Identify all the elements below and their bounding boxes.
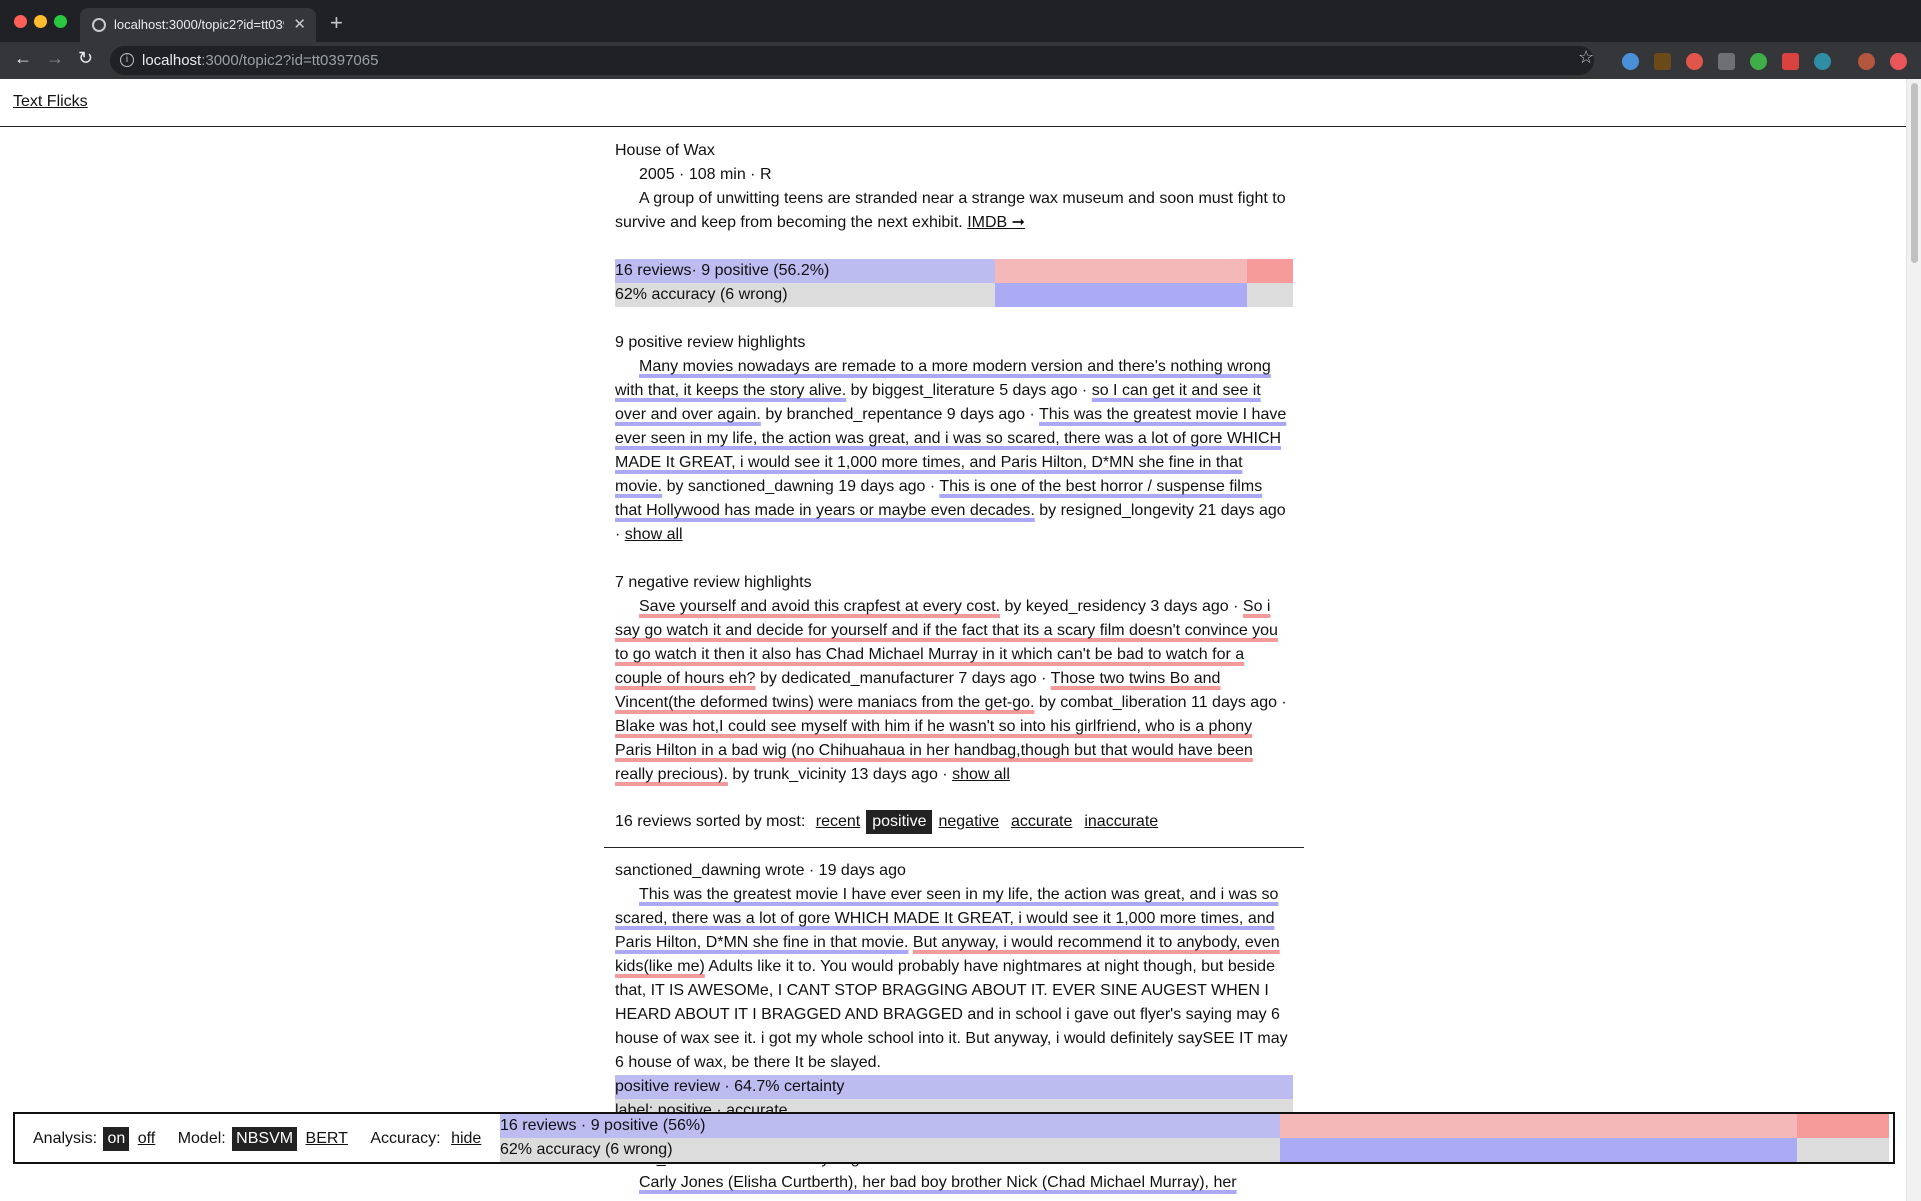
- negative-highlights: Save yourself and avoid this crapfest at…: [615, 598, 1287, 783]
- analysis-label: Analysis:: [33, 1130, 98, 1147]
- negative-segment: [1280, 1114, 1797, 1138]
- globe-icon: [92, 18, 106, 32]
- negative-strong-segment: [1797, 1114, 1889, 1138]
- reload-button[interactable]: ↻: [78, 48, 93, 69]
- highlight-text: Save yourself and avoid this crapfest at…: [639, 598, 1001, 615]
- panel-reviews-text: 16 reviews · 9 positive (56%): [500, 1117, 706, 1134]
- highlight-byline: by resigned_longevity 21 days ago: [1039, 502, 1286, 519]
- minimize-window-button[interactable]: [34, 15, 47, 28]
- browser-chrome: localhost:3000/topic2?id=tt0397065 ✕ + ←…: [0, 0, 1921, 79]
- summary-reviews-bar: 16 reviews· 9 positive (56.2%): [615, 259, 1293, 283]
- browser-tab[interactable]: localhost:3000/topic2?id=tt0397065 ✕: [80, 8, 316, 42]
- review-body: This was the greatest movie I have ever …: [615, 883, 1293, 1075]
- close-icon[interactable]: ✕: [293, 15, 306, 33]
- extension-leaf-icon[interactable]: [1750, 53, 1767, 70]
- sort-negative[interactable]: negative: [932, 810, 1005, 834]
- imdb-link[interactable]: IMDB ➞: [967, 214, 1025, 231]
- movie-title: House of Wax: [615, 142, 715, 159]
- highlight-byline: by dedicated_manufacturer 7 days ago: [760, 670, 1037, 687]
- analysis-controls: Analysis: on off Model: NBSVM BERT Accur…: [33, 1127, 485, 1151]
- profile-avatar[interactable]: [1858, 53, 1875, 70]
- positive-show-all-link[interactable]: show all: [625, 526, 683, 543]
- negative-segment: [995, 259, 1247, 283]
- scroll-thumb[interactable]: [1911, 83, 1918, 263]
- highlight-byline: by combat_liberation 11 days ago: [1038, 694, 1277, 711]
- analysis-off-toggle[interactable]: off: [134, 1127, 160, 1151]
- movie-meta: 2005 · 108 min · R: [639, 166, 772, 183]
- analysis-on-toggle[interactable]: on: [103, 1127, 130, 1151]
- back-button[interactable]: ←: [14, 48, 32, 69]
- page: Text Flicks House of Wax 2005 · 108 min …: [0, 79, 1906, 1201]
- extension-puzzle-icon[interactable]: [1782, 53, 1799, 70]
- negative-strong-segment: [1247, 259, 1293, 283]
- highlight-byline: by sanctioned_dawning 19 days ago: [666, 478, 926, 495]
- review-positive-span: Carly Jones (Elisha Curtberth), her bad …: [639, 1174, 1237, 1191]
- tab-strip: localhost:3000/topic2?id=tt0397065 ✕ +: [0, 0, 1921, 42]
- negative-show-all-link[interactable]: show all: [952, 766, 1010, 783]
- info-icon[interactable]: i: [120, 53, 134, 67]
- review-header: sanctioned_dawning wrote · 19 days ago: [615, 862, 906, 879]
- highlight-byline: by trunk_vicinity 13 days ago: [732, 766, 938, 783]
- sort-label: 16 reviews sorted by most:: [615, 813, 806, 830]
- summary-accuracy-bar: 62% accuracy (6 wrong): [615, 283, 1293, 307]
- forward-button[interactable]: →: [46, 48, 64, 69]
- model-bert-toggle[interactable]: BERT: [302, 1127, 352, 1151]
- review-text: Adults like it to. You would probably ha…: [615, 958, 1288, 1071]
- sort-accurate[interactable]: accurate: [1005, 810, 1078, 834]
- negative-highlights-heading: 7 negative review highlights: [615, 574, 812, 591]
- new-tab-button[interactable]: +: [330, 10, 343, 36]
- bookmark-star-icon[interactable]: ☆: [1578, 47, 1594, 68]
- sort-inaccurate[interactable]: inaccurate: [1078, 810, 1164, 834]
- browser-toolbar: ← → ↻ i localhost:3000/topic2?id=tt03970…: [0, 42, 1921, 79]
- maximize-window-button[interactable]: [54, 15, 67, 28]
- panel-accuracy-bar: 62% accuracy (6 wrong): [500, 1138, 1889, 1162]
- extension-shield-icon[interactable]: [1686, 53, 1703, 70]
- panel-accuracy-text: 62% accuracy (6 wrong): [500, 1141, 673, 1158]
- panel-reviews-bar: 16 reviews · 9 positive (56%): [500, 1114, 1889, 1138]
- sort-positive[interactable]: positive: [866, 810, 933, 834]
- review-verdict-bar: positive review · 64.7% certainty: [615, 1075, 1293, 1099]
- movie-content: House of Wax 2005 · 108 min · R A group …: [615, 139, 1293, 787]
- tab-title: localhost:3000/topic2?id=tt0397065: [114, 17, 284, 32]
- wrong-segment: [995, 283, 1247, 307]
- sort-row: 16 reviews sorted by most: recent positiv…: [615, 810, 1293, 834]
- movie-synopsis: A group of unwitting teens are stranded …: [615, 190, 1286, 231]
- summary-reviews-text: 16 reviews· 9 positive (56.2%): [615, 262, 830, 279]
- wrong-segment: [1280, 1138, 1797, 1162]
- extension-red-icon[interactable]: [1890, 53, 1907, 70]
- sort-recent[interactable]: recent: [810, 810, 866, 834]
- page-scrollbar[interactable]: [1906, 79, 1921, 1201]
- correct-tail-segment: [1797, 1138, 1889, 1162]
- site-header: Text Flicks: [0, 79, 1906, 127]
- highlight-byline: by branched_repentance 9 days ago: [765, 406, 1026, 423]
- extension-pip-icon[interactable]: [1718, 53, 1735, 70]
- next-review-body: Carly Jones (Elisha Curtberth), her bad …: [615, 1171, 1293, 1195]
- analysis-panel: Analysis: on off Model: NBSVM BERT Accur…: [13, 1112, 1895, 1164]
- model-nbsvm-toggle[interactable]: NBSVM: [232, 1127, 298, 1151]
- accuracy-hide-toggle[interactable]: hide: [447, 1127, 485, 1151]
- correct-tail-segment: [1247, 283, 1293, 307]
- accuracy-label: Accuracy:: [370, 1130, 441, 1147]
- extension-compass-icon[interactable]: [1622, 53, 1639, 70]
- close-window-button[interactable]: [14, 15, 27, 28]
- model-label: Model:: [177, 1130, 226, 1147]
- summary-accuracy-text: 62% accuracy (6 wrong): [615, 286, 788, 303]
- address-bar[interactable]: i localhost:3000/topic2?id=tt0397065: [110, 46, 1594, 75]
- extension-k-icon[interactable]: [1654, 53, 1671, 70]
- highlight-byline: by keyed_residency 3 days ago: [1004, 598, 1229, 615]
- divider: [604, 847, 1304, 848]
- review-verdict: positive review · 64.7% certainty: [615, 1078, 845, 1095]
- panel-bars: 16 reviews · 9 positive (56%) 62% accura…: [500, 1114, 1889, 1162]
- positive-highlights: Many movies nowadays are remade to a mor…: [615, 358, 1287, 543]
- extension-react-icon[interactable]: [1814, 53, 1831, 70]
- url-text: localhost:3000/topic2?id=tt0397065: [142, 52, 379, 69]
- positive-highlights-heading: 9 positive review highlights: [615, 334, 806, 351]
- site-brand-link[interactable]: Text Flicks: [13, 93, 88, 111]
- highlight-byline: by biggest_literature 5 days ago: [850, 382, 1078, 399]
